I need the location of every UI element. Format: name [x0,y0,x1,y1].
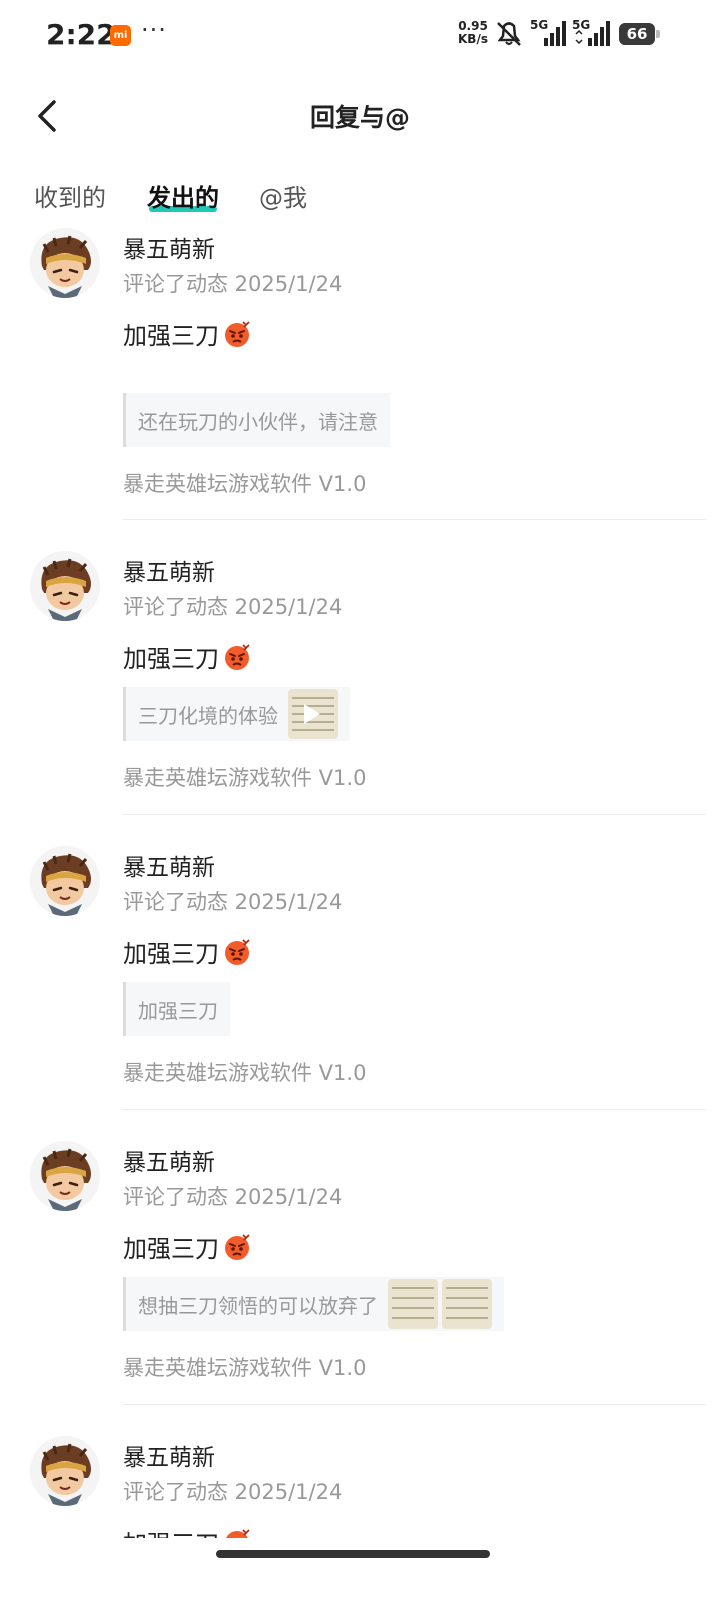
image-thumbnail[interactable] [442,1279,492,1329]
tab-bar: 收到的 发出的 @我 [0,170,720,226]
divider [123,814,706,815]
status-bar: 2:22 mi ··· 0.95 KB/s 5G 5G 66 [0,0,720,72]
network-type-2: 5G [572,18,590,32]
user-name[interactable]: 暴五萌新 [123,1143,215,1177]
image-thumbnail[interactable] [388,1279,438,1329]
source-app: 暴走英雄坛游戏软件 V1.0 [123,1061,367,1085]
avatar[interactable] [30,846,100,916]
comment-content: 加强三刀 [123,1524,251,1538]
angry-emoji-icon [223,320,251,348]
angry-emoji-icon [223,1233,251,1261]
avatar[interactable] [30,228,100,298]
page-title: 回复与@ [309,103,410,132]
user-name[interactable]: 暴五萌新 [123,848,215,882]
home-indicator[interactable] [216,1550,490,1558]
quoted-post[interactable]: 三刀化境的体验 [123,687,350,741]
quoted-post-text: 三刀化境的体验 [138,703,278,728]
source-app: 暴走英雄坛游戏软件 V1.0 [123,472,367,496]
divider [123,1109,706,1110]
tab-sent[interactable]: 发出的 [147,178,219,213]
quoted-post-text: 加强三刀 [138,998,218,1023]
divider [123,1404,706,1405]
quoted-post-text: 想抽三刀领悟的可以放弃了 [138,1293,378,1318]
comment-item[interactable]: 暴五萌新 评论了动态 2025/1/24 加强三刀 想抽三刀领悟的可以放弃了 暴… [0,1111,720,1406]
user-name[interactable]: 暴五萌新 [123,553,215,587]
network-speed: 0.95 KB/s [458,20,488,46]
battery-tip [656,30,660,38]
network-type-1: 5G [530,18,548,32]
comment-item[interactable]: 暴五萌新 评论了动态 2025/1/24 加强三刀 还在玩刀的小伙伴，请注意 暴… [0,228,720,521]
avatar[interactable] [30,1141,100,1211]
mute-icon [497,22,521,46]
tab-received-label: 收到的 [34,184,106,212]
video-thumbnail[interactable] [288,689,338,739]
comment-text: 加强三刀 [123,1524,219,1538]
comment-meta: 评论了动态 2025/1/24 [123,595,343,619]
signal-5g-icon-2: 5G [572,18,610,46]
battery-icon: 66 [619,23,655,45]
signal-5g-icon: 5G [530,18,566,46]
tab-mentions[interactable]: @我 [259,178,307,213]
comment-item[interactable]: 暴五萌新 评论了动态 2025/1/24 加强三刀 加强三刀 暴走英雄坛游戏软件… [0,816,720,1111]
comment-meta: 评论了动态 2025/1/24 [123,1480,343,1504]
divider [123,519,706,520]
comment-content: 加强三刀 [123,639,251,674]
top-bar: 回复与@ [0,80,720,152]
comment-text: 加强三刀 [123,645,219,673]
quoted-post[interactable]: 还在玩刀的小伙伴，请注意 [123,393,390,447]
comment-item[interactable]: 暴五萌新 评论了动态 2025/1/24 加强三刀 三刀化境的体验 暴走英雄坛游… [0,521,720,816]
tab-sent-label: 发出的 [147,184,219,212]
more-notifications-icon: ··· [141,16,167,44]
angry-emoji-icon [223,643,251,671]
play-icon [304,704,320,724]
tab-received[interactable]: 收到的 [34,178,106,213]
source-app: 暴走英雄坛游戏软件 V1.0 [123,1356,367,1380]
comment-meta: 评论了动态 2025/1/24 [123,1185,343,1209]
network-speed-unit: KB/s [458,32,488,46]
clock: 2:22 [46,18,116,51]
avatar[interactable] [30,551,100,621]
comment-text: 加强三刀 [123,1235,219,1263]
angry-emoji-icon [223,1528,251,1539]
avatar[interactable] [30,1436,100,1506]
quoted-post[interactable]: 加强三刀 [123,982,230,1036]
source-app: 暴走英雄坛游戏软件 V1.0 [123,766,367,790]
user-name[interactable]: 暴五萌新 [123,1438,215,1472]
comment-item[interactable]: 暴五萌新 评论了动态 2025/1/24 加强三刀 [0,1406,720,1538]
comment-meta: 评论了动态 2025/1/24 [123,272,343,296]
user-name[interactable]: 暴五萌新 [123,230,215,264]
comment-text: 加强三刀 [123,940,219,968]
comment-text: 加强三刀 [123,322,219,350]
mi-app-icon: mi [110,25,131,46]
quoted-post-text: 还在玩刀的小伙伴，请注意 [138,409,378,434]
tab-mentions-label: @我 [259,184,307,212]
comment-content: 加强三刀 [123,316,251,351]
quoted-post[interactable]: 想抽三刀领悟的可以放弃了 [123,1277,504,1331]
comment-meta: 评论了动态 2025/1/24 [123,890,343,914]
comment-content: 加强三刀 [123,934,251,969]
comment-list: 暴五萌新 评论了动态 2025/1/24 加强三刀 还在玩刀的小伙伴，请注意 暴… [0,228,720,1538]
comment-content: 加强三刀 [123,1229,251,1264]
angry-emoji-icon [223,938,251,966]
